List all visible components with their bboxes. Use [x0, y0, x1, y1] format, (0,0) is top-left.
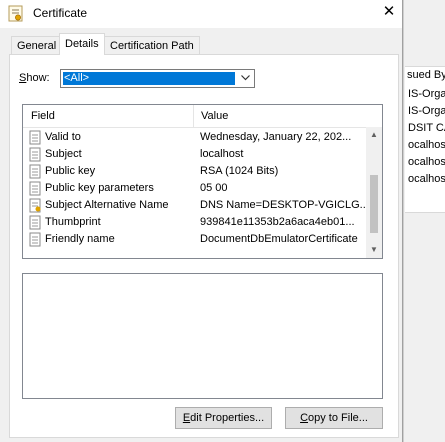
tab-details[interactable]: Details: [59, 33, 105, 55]
column-separator[interactable]: [193, 105, 194, 127]
list-item[interactable]: Public key parameters 05 00: [23, 180, 367, 197]
field-icon: [28, 215, 43, 230]
background-row: DSIT CA: [408, 122, 445, 134]
field-name: Thumbprint: [45, 216, 101, 228]
tab-general[interactable]: General: [11, 36, 63, 54]
show-dropdown-value: <All>: [63, 72, 235, 85]
background-column-issued-by: sued By: [407, 69, 445, 81]
list-item[interactable]: Public key RSA (1024 Bits): [23, 163, 367, 180]
background-cert-list: sued By IS-Orga IS-Orga DSIT CA ocalhost…: [405, 66, 445, 213]
field-name: Valid to: [45, 131, 81, 143]
show-label: Show:: [19, 72, 50, 84]
field-icon: [28, 130, 43, 145]
background-row: ocalhost: [408, 173, 445, 185]
scroll-down-icon[interactable]: ▼: [366, 242, 382, 258]
background-row: ocalhost: [408, 156, 445, 168]
certificate-dialog: Certificate ✕ General Details Certificat…: [0, 0, 403, 442]
chevron-down-icon[interactable]: [237, 70, 254, 87]
show-dropdown[interactable]: <All>: [60, 69, 255, 88]
field-value: RSA (1024 Bits): [200, 165, 279, 177]
field-value: localhost: [200, 148, 244, 160]
field-value: DNS Name=DESKTOP-VGICLG...: [200, 199, 365, 211]
field-value: DocumentDbEmulatorCertificate: [200, 233, 358, 245]
field-detail-textbox[interactable]: [22, 273, 383, 399]
list-item[interactable]: Subject Alternative Name DNS Name=DESKTO…: [23, 197, 367, 214]
field-icon: [28, 198, 43, 213]
background-row: ocalhost: [408, 139, 445, 151]
field-icon: [28, 164, 43, 179]
list-item[interactable]: Friendly name DocumentDbEmulatorCertific…: [23, 231, 367, 248]
close-button[interactable]: ✕: [376, 0, 402, 26]
fields-list[interactable]: Field Value Valid to Wednesday, January …: [22, 104, 383, 259]
field-name: Subject: [45, 148, 82, 160]
background-row: IS-Orga: [408, 88, 445, 100]
edit-properties-button[interactable]: Edit Properties...: [175, 407, 272, 429]
field-value: 05 00: [200, 182, 228, 194]
field-value: Wednesday, January 22, 202...: [200, 131, 352, 143]
scrollbar-thumb[interactable]: [370, 175, 378, 233]
list-item[interactable]: Thumbprint 939841e11353b2a6aca4eb01...: [23, 214, 367, 231]
column-header-field[interactable]: Field: [31, 110, 55, 122]
column-header-value[interactable]: Value: [201, 110, 228, 122]
scroll-up-icon[interactable]: ▲: [366, 127, 382, 143]
field-icon: [28, 147, 43, 162]
field-name: Public key parameters: [45, 182, 154, 194]
certificate-icon: [8, 5, 24, 23]
copy-to-file-button[interactable]: Copy to File...: [285, 407, 383, 429]
window-title: Certificate: [33, 6, 88, 20]
tab-certification-path[interactable]: Certification Path: [104, 36, 200, 54]
field-name: Public key: [45, 165, 96, 177]
field-icon: [28, 181, 43, 196]
field-name: Friendly name: [45, 233, 115, 245]
vertical-scrollbar[interactable]: ▲ ▼: [366, 127, 382, 258]
field-icon: [28, 232, 43, 247]
field-value: 939841e11353b2a6aca4eb01...: [200, 216, 355, 228]
field-name: Subject Alternative Name: [45, 199, 169, 211]
background-row: IS-Orga: [408, 105, 445, 117]
list-item[interactable]: Subject localhost: [23, 146, 367, 163]
list-item[interactable]: Valid to Wednesday, January 22, 202...: [23, 129, 367, 146]
title-bar: Certificate ✕: [0, 0, 402, 28]
list-header: Field Value: [23, 105, 382, 128]
